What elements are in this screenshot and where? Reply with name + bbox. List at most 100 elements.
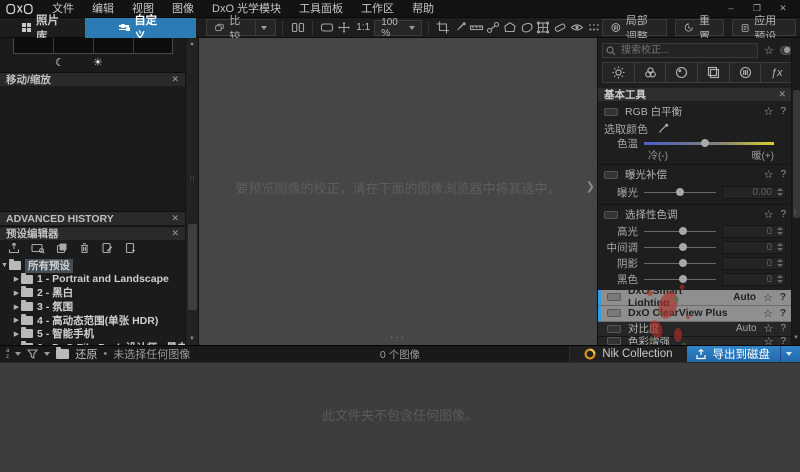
menu-image[interactable]: 图像 [163, 0, 203, 18]
split-view-icon[interactable] [289, 20, 306, 36]
exposure-value-field[interactable]: 0.00 [722, 185, 786, 199]
tree-item[interactable]: ▶ 5 - 智能手机 [0, 327, 185, 341]
category-detail-icon[interactable] [665, 62, 699, 83]
slider-knob[interactable] [678, 275, 687, 283]
export-dropdown[interactable] [780, 345, 792, 363]
slider-knob[interactable] [675, 188, 684, 196]
nik-collection-button[interactable]: Nik Collection [569, 345, 687, 363]
help-icon[interactable]: ? [780, 308, 786, 319]
apply-preset-button[interactable]: 应用预设 [732, 15, 796, 43]
expand-arrow-icon[interactable]: ▶ [12, 316, 21, 324]
tree-item[interactable]: ▶ 3 - 氛围 [0, 300, 185, 314]
polygon-tool-icon[interactable] [502, 20, 519, 36]
scroll-down-icon[interactable]: ▼ [189, 336, 195, 342]
expand-arrow-icon[interactable]: ▶ [12, 289, 21, 297]
stepper-icons[interactable] [777, 187, 783, 196]
color-picker-eyedropper-icon[interactable] [656, 123, 669, 135]
filter-dropdown-icon[interactable] [44, 352, 51, 356]
minimize-button[interactable]: – [720, 2, 742, 15]
help-icon[interactable]: ? [780, 106, 786, 117]
current-folder-name[interactable]: 还原 [75, 346, 97, 362]
scrollbar-thumb[interactable] [793, 90, 800, 218]
scrollbar-grip[interactable]: ∷ [190, 176, 194, 183]
tree-item[interactable]: ▶ 4 - 高动态范围(单张 HDR) [0, 313, 185, 327]
expand-arrow-icon[interactable]: ▼ [0, 262, 9, 269]
exposure-slider[interactable] [644, 188, 716, 197]
slider-knob[interactable] [678, 259, 687, 267]
edit-preset-icon[interactable] [101, 242, 113, 257]
favorite-star-icon[interactable]: ☆ [764, 335, 774, 346]
filter-funnel-icon[interactable] [27, 349, 39, 359]
pan-move-icon[interactable] [336, 20, 353, 36]
white-balance-picker-icon[interactable] [452, 20, 469, 36]
shadows-slider[interactable] [644, 259, 716, 268]
contrast-enable-checkbox[interactable] [607, 324, 621, 333]
sort-order-icon[interactable]: az [6, 348, 9, 360]
image-preview-canvas[interactable]: 要预览图像的校正，请在下面的图像浏览器中将其选中。 ❯ ··· [199, 38, 597, 345]
category-geometry-icon[interactable] [697, 62, 730, 83]
scroll-down-icon[interactable]: ▼ [793, 335, 799, 341]
menu-workspace[interactable]: 工作区 [352, 0, 403, 18]
slider-knob[interactable] [701, 139, 710, 147]
dotted-selection-icon[interactable] [585, 20, 602, 36]
red-eye-icon[interactable] [569, 20, 586, 36]
scrollbar-thumb[interactable] [188, 224, 197, 310]
favorites-filter-star-icon[interactable]: ☆ [764, 44, 774, 57]
close-icon[interactable]: ✕ [171, 228, 179, 239]
highlights-slider[interactable] [644, 227, 716, 236]
favorite-star-icon[interactable]: ☆ [764, 208, 774, 221]
right-panel-scrollbar[interactable]: ⁞ ▼ [791, 38, 800, 345]
help-icon[interactable]: ? [780, 169, 786, 180]
import-preset-icon[interactable] [8, 242, 20, 257]
highlight-clipping-toggle-icon[interactable]: ☀ [93, 56, 103, 72]
search-corrections-input[interactable] [602, 42, 758, 58]
repair-eraser-icon[interactable] [552, 20, 569, 36]
favorite-star-icon[interactable]: ☆ [764, 322, 774, 335]
new-preset-icon[interactable] [124, 242, 136, 257]
close-icon[interactable]: ✕ [171, 213, 179, 224]
expand-arrow-icon[interactable]: ▶ [12, 330, 21, 338]
favorite-star-icon[interactable]: ☆ [763, 307, 773, 320]
advanced-history-palette-header[interactable]: ADVANCED HISTORY ✕ [0, 211, 185, 225]
panel-collapse-chevron-icon[interactable]: ❯ [586, 180, 595, 193]
midtones-value-field[interactable]: 0 [722, 240, 786, 254]
color-rendering-enable-checkbox[interactable] [607, 337, 621, 345]
menu-optics-modules[interactable]: DxO 光学模块 [203, 0, 290, 18]
category-color-icon[interactable] [633, 62, 667, 83]
close-icon[interactable]: ✕ [778, 89, 786, 100]
stepper-icons[interactable] [777, 274, 783, 283]
help-icon[interactable]: ? [780, 323, 786, 334]
tree-item-all-presets[interactable]: ▼ 所有预设 [0, 259, 185, 274]
tab-customize[interactable]: 自定义 [84, 15, 197, 43]
image-browser[interactable]: 此文件夹不包含任何图像。 [0, 362, 800, 472]
smart-lighting-enable-checkbox[interactable] [607, 293, 621, 302]
clearview-enable-checkbox[interactable] [607, 309, 621, 318]
exposure-compensation-section[interactable]: 曝光补偿 ☆ ? [598, 167, 792, 182]
shadow-clipping-toggle-icon[interactable]: ☾ [55, 56, 65, 72]
dxo-smart-lighting-row[interactable]: DxO Smart Lighting Auto ☆ ? [598, 285, 792, 309]
splitter-handle[interactable]: ··· [199, 332, 597, 343]
control-points-icon[interactable] [485, 20, 502, 36]
favorite-star-icon[interactable]: ☆ [763, 291, 773, 304]
category-effects-icon[interactable]: ƒx [760, 62, 794, 83]
dxo-clearview-plus-row[interactable]: DxO ClearView Plus ☆ ? [598, 306, 792, 322]
zoom-level-select[interactable]: 100 % [374, 17, 422, 39]
rgb-wb-enable-checkbox[interactable] [604, 107, 618, 116]
sort-dropdown-icon[interactable] [15, 352, 22, 356]
help-icon[interactable]: ? [780, 336, 786, 346]
preset-editor-palette-header[interactable]: 预设编辑器 ✕ [0, 226, 185, 240]
slider-knob[interactable] [678, 227, 687, 235]
selective-tone-section[interactable]: 选择性色调 ☆ ? [598, 207, 792, 222]
favorite-star-icon[interactable]: ☆ [764, 105, 774, 118]
contrast-mode[interactable]: Auto [736, 323, 757, 334]
reset-button[interactable]: 重置 [675, 15, 725, 43]
expand-arrow-icon[interactable]: ▶ [12, 303, 21, 311]
basic-tools-header[interactable]: 基本工具 ✕ [598, 88, 792, 101]
blacks-slider[interactable] [644, 275, 716, 284]
delete-preset-icon[interactable] [79, 242, 90, 257]
crop-tool-icon[interactable] [435, 20, 452, 36]
scroll-up-icon[interactable]: ▲ [189, 41, 195, 47]
compare-dropdown[interactable] [255, 20, 268, 35]
left-panel-scrollbar[interactable]: ▲ ∷ ▼ [185, 38, 198, 345]
lasso-tool-icon[interactable] [518, 20, 535, 36]
